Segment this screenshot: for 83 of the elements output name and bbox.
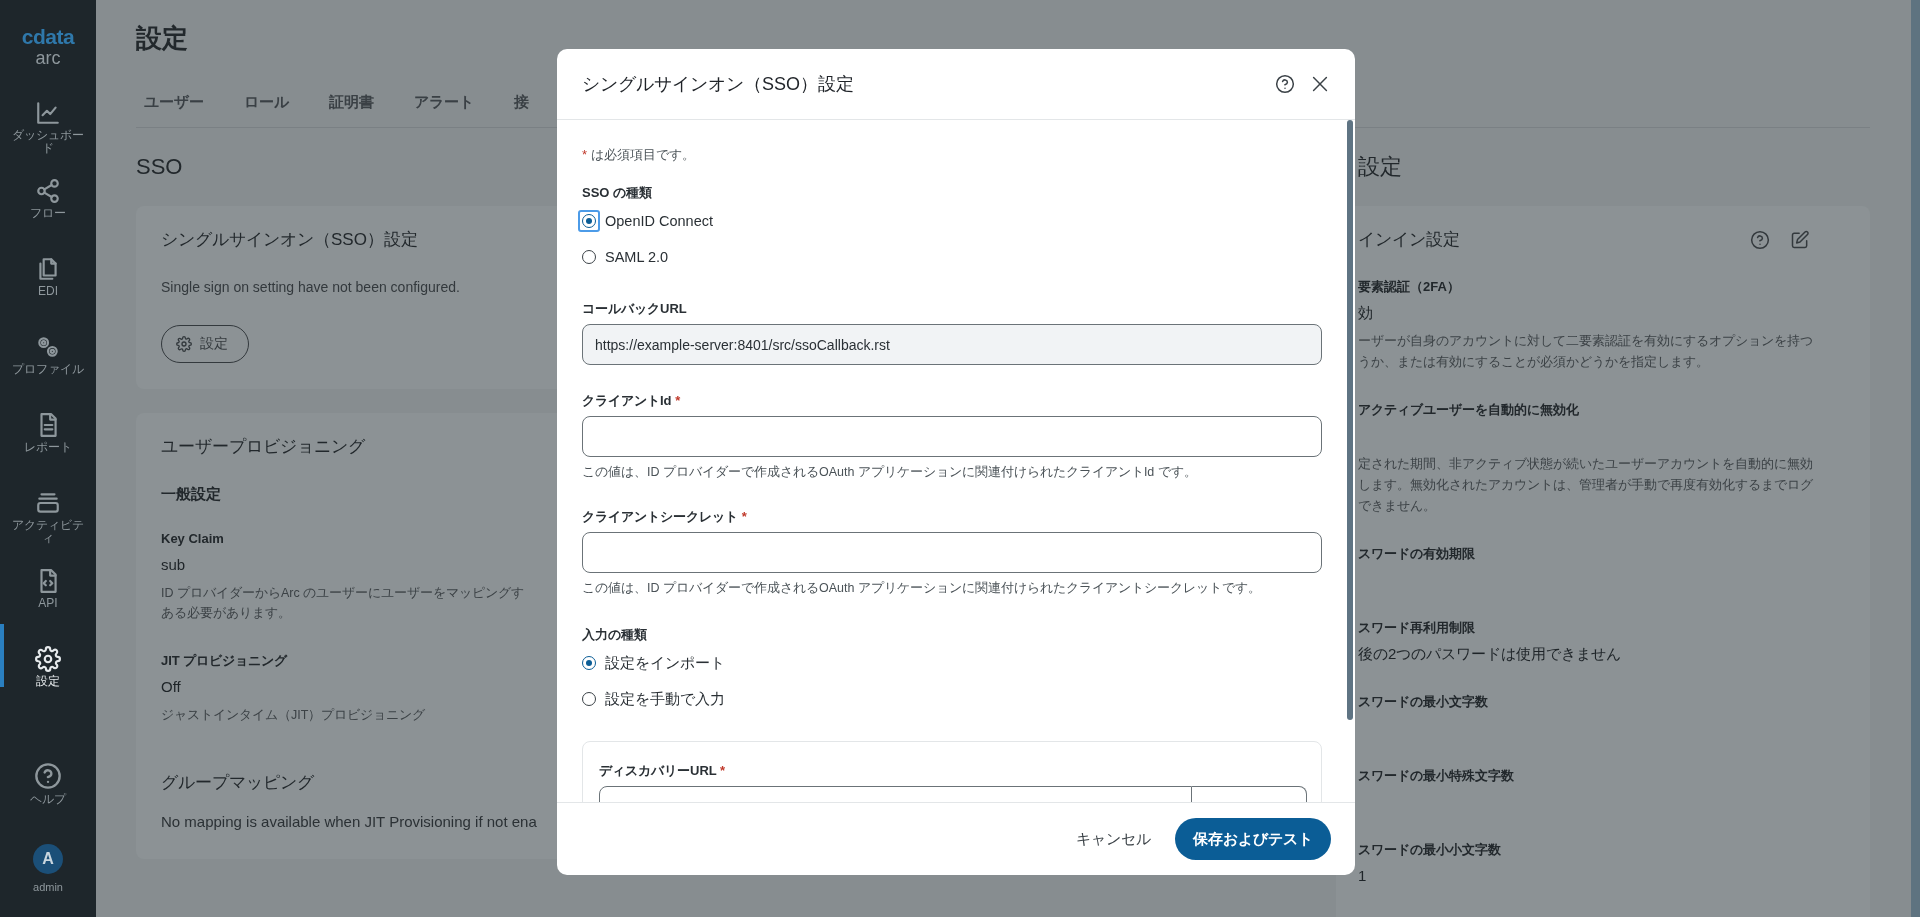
scrollbar[interactable] [1347, 120, 1353, 720]
field-description: ID プロバイダーからArc のユーザーにユーザーをマッピングす [161, 585, 525, 602]
field-description: 定された期間、非アクティブ状態が続いたユーザーアカウントを自動的に無効 [1358, 456, 1813, 473]
card-title: インイン設定 [1358, 229, 1461, 251]
tab[interactable]: 接 [506, 77, 561, 127]
field-description: できません。 [1358, 498, 1436, 515]
group-mapping-title: グループマッピング [161, 772, 314, 794]
dialog-title: シングルサインオン（SSO）設定 [582, 73, 855, 96]
stack-icon [35, 490, 61, 516]
help-icon [1275, 74, 1295, 94]
nav-item[interactable]: レポート [8, 441, 88, 454]
field-value: sub [161, 555, 186, 575]
tab[interactable]: アラート [406, 77, 506, 127]
status-message: Single sign on setting have not been configured. [161, 278, 460, 297]
settings-icon [35, 646, 61, 672]
field-label: 入力の種類 [582, 626, 648, 644]
field-label: スワードの有効期限 [1358, 545, 1475, 563]
field-label: ディスカバリーURL * [599, 762, 727, 780]
save-and-test-button[interactable]: 保存およびテスト [1175, 818, 1331, 860]
field-label: SSO の種類 [582, 184, 654, 202]
avatar[interactable]: A [33, 844, 63, 874]
nav-item[interactable]: ヘルプ [8, 793, 88, 806]
logo-product: arc [35, 48, 61, 68]
user-name: admin [33, 881, 63, 893]
section-heading: 設定 [1357, 153, 1402, 181]
group-mapping-message: No mapping is available when JIT Provisioning if not ena [161, 812, 537, 832]
nav-item[interactable]: フロー [8, 207, 88, 220]
field-label: スワード再利用制限 [1358, 619, 1475, 637]
required-note: * は必須項目です。 [582, 146, 696, 164]
tab[interactable]: ロール [236, 77, 321, 127]
nav-item[interactable]: ダッシュボード [8, 129, 88, 155]
field-label: クライアントId * [582, 392, 682, 410]
field-label: クライアントシークレット * [582, 508, 748, 526]
scrollbar[interactable] [1911, 0, 1920, 917]
field-description: ある必要があります。 [161, 605, 291, 622]
field-label: コールバックURL [582, 300, 688, 318]
nav-item[interactable]: 設定 [8, 675, 88, 688]
field-label: スワードの最小特殊文字数 [1358, 767, 1514, 785]
field-label: Key Claim [161, 530, 224, 548]
page-title: 設定 [136, 22, 189, 54]
nav-item[interactable]: EDI [8, 285, 88, 298]
card-title: シングルサインオン（SSO）設定 [161, 229, 418, 251]
card-title: ユーザープロビジョニング [161, 436, 365, 458]
help-icon [1750, 230, 1770, 250]
field-value: 後の2つのパスワードは使用できません [1358, 644, 1622, 664]
nav-item[interactable]: アクティビティ [8, 519, 88, 545]
cancel-button[interactable]: キャンセル [1066, 821, 1161, 857]
radio-label[interactable]: 設定をインポート [605, 653, 725, 673]
field-label: スワードの最小文字数 [1358, 693, 1488, 711]
help-icon [34, 762, 62, 790]
field-value: 1 [1358, 866, 1367, 886]
help-button[interactable] [1275, 74, 1295, 94]
client-id-field[interactable] [582, 416, 1322, 457]
helper-text: この値は、ID プロバイダーで作成されるOAuth アプリケーションに関連付けられたクライアントシークレットです。 [582, 580, 1262, 597]
field-description: します。無効化されたアカウントは、管理者が手動で再度有効化するまでログ [1358, 477, 1813, 494]
share-nodes-icon [35, 178, 61, 204]
field-label: アクティブユーザーを自動的に無効化 [1358, 401, 1579, 419]
client-secret-field[interactable] [582, 532, 1322, 573]
logo-brand: cdata [21, 26, 75, 48]
active-indicator [0, 624, 4, 687]
field-label: 要素認証（2FA） [1358, 278, 1460, 296]
section-heading: SSO [136, 153, 183, 181]
field-description: ーザーが自身のアカウントに対して二要素認証を有効にするオプションを持つ [1358, 333, 1813, 350]
edit-icon [1790, 230, 1810, 250]
gears-icon [35, 334, 61, 360]
field-description: ジャストインタイム（JIT）プロビジョニング [161, 707, 426, 724]
tab[interactable]: ユーザー [136, 77, 236, 127]
nav-item[interactable]: API [8, 597, 88, 610]
callback-url-field[interactable]: https://example-server:8401/src/ssoCallback.rst [582, 324, 1322, 365]
helper-text: この値は、ID プロバイダーで作成されるOAuth アプリケーションに関連付けられたクライアントId です。 [582, 464, 1198, 481]
field-label: JIT プロビジョニング [161, 652, 288, 670]
subheading: 一般設定 [161, 484, 221, 504]
field-label: スワードの最小小文字数 [1358, 841, 1501, 859]
radio-label[interactable]: SAML 2.0 [605, 249, 669, 265]
field-description: うか、または有効にすることが必須かどうかを指定します。 [1358, 354, 1709, 371]
radio-label[interactable]: 設定を手動で入力 [605, 689, 725, 709]
tab[interactable]: 証明書 [321, 77, 406, 127]
field-value: Off [161, 677, 181, 697]
nav-item[interactable]: プロファイル [8, 363, 88, 376]
radio-label[interactable]: OpenID Connect [605, 213, 713, 229]
line-chart-icon [35, 100, 61, 126]
settings-icon [176, 336, 192, 352]
field-value: 効 [1358, 303, 1373, 323]
